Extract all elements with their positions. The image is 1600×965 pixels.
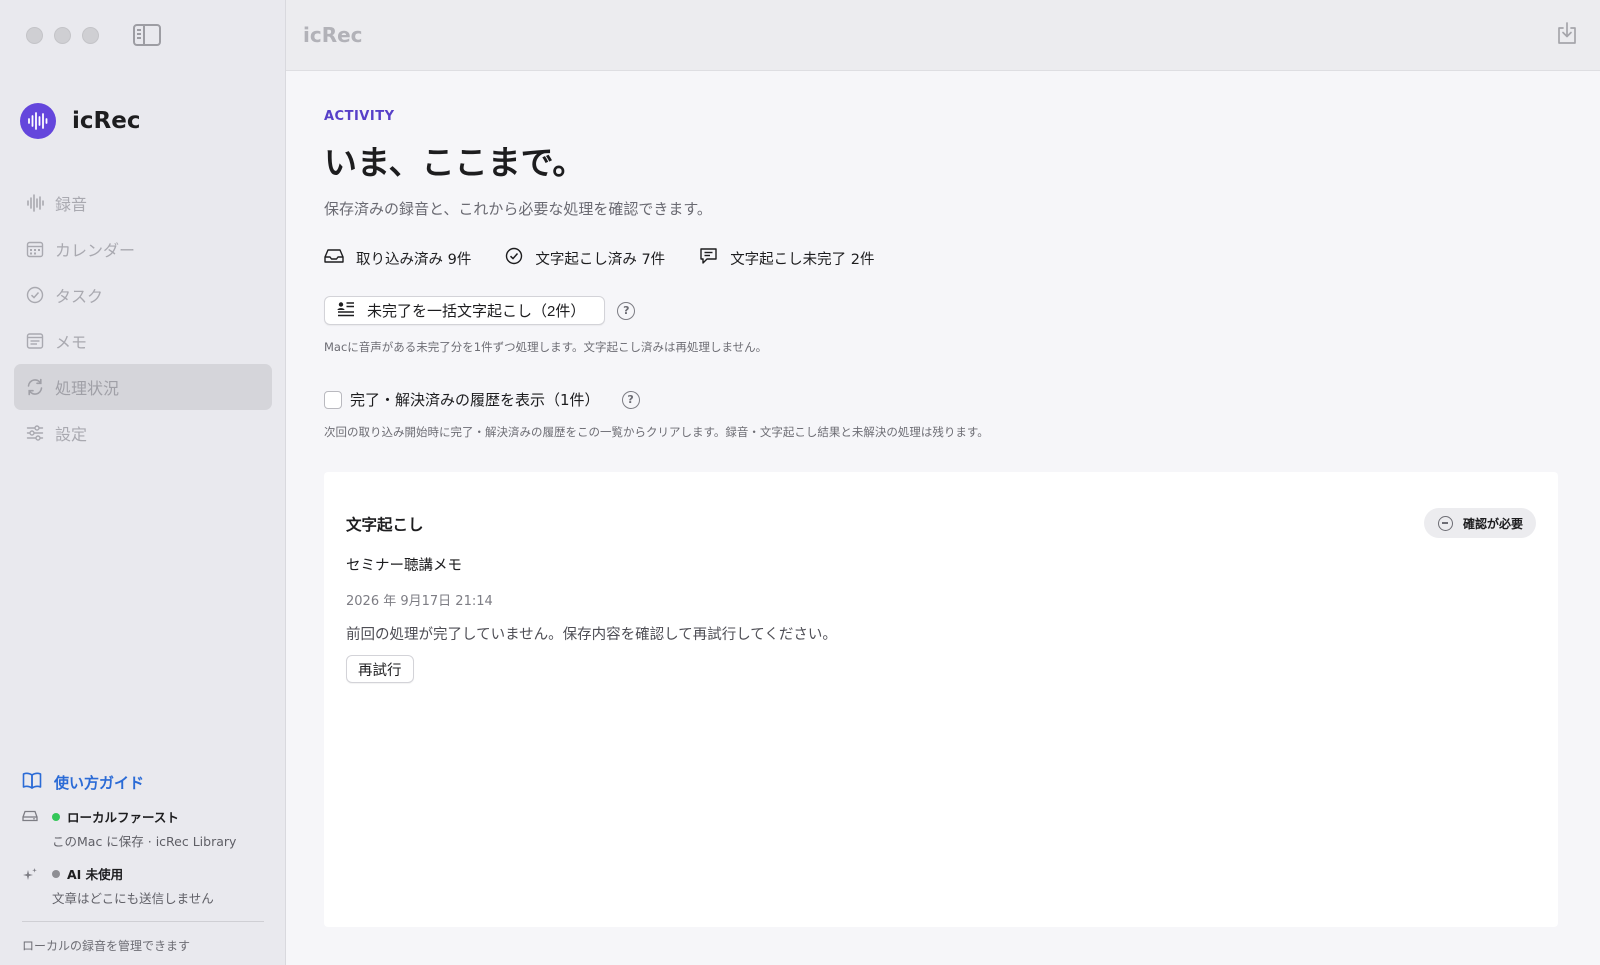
stat-transcribed: 文字起こし済み 7件 xyxy=(505,247,665,269)
status-badge: 確認が必要 xyxy=(1423,508,1536,538)
sidebar-item-tasks[interactable]: タスク xyxy=(14,272,272,318)
ai-status: AI 未使用 文章はどこにも送信しません xyxy=(22,864,266,907)
minus-circle-icon xyxy=(1437,515,1453,531)
sidebar-item-calendar[interactable]: カレンダー xyxy=(14,226,272,272)
sidebar: icRec 録音 カレンダー タスク メモ 処理状況 設定 使い方ガイド ローカ… xyxy=(0,0,286,965)
history-note: 次回の取り込み開始時に完了・解決済みの履歴をこの一覧からクリアします。録音・文字… xyxy=(324,425,989,439)
app-window: icRec 録音 カレンダー タスク メモ 処理状況 設定 使い方ガイド ローカ… xyxy=(0,0,1600,965)
check-circle-icon xyxy=(505,247,523,269)
stat-label: 文字起こし済み 7件 xyxy=(535,251,666,268)
batch-transcribe-label: 未完了を一括文字起こし（2件） xyxy=(367,303,586,320)
main-pane: icRec ACTIVITY いま、ここまで。 保存済みの録音と、これから必要な… xyxy=(286,0,1600,965)
page-subtitle: 保存済みの録音と、これから必要な処理を確認できます。 xyxy=(324,200,712,218)
sparkle-icon xyxy=(22,864,38,907)
help-icon[interactable]: ? xyxy=(621,390,640,409)
message-icon xyxy=(699,247,718,269)
stat-label: 取り込み済み 9件 xyxy=(356,251,472,268)
help-icon[interactable]: ? xyxy=(617,301,636,320)
ai-title: AI 未使用 xyxy=(67,867,124,882)
zoom-window-button[interactable] xyxy=(82,27,99,44)
book-icon xyxy=(22,772,42,793)
sidebar-item-label: 処理状況 xyxy=(55,379,120,398)
sidebar-item-label: メモ xyxy=(55,333,88,352)
sync-icon xyxy=(25,377,45,397)
stat-untranscribed: 文字起こし未完了 2件 xyxy=(699,247,875,269)
sidebar-item-memo[interactable]: メモ xyxy=(14,318,272,364)
sidebar-item-settings[interactable]: 設定 xyxy=(14,410,272,456)
sliders-icon xyxy=(25,423,45,443)
sidebar-item-recording[interactable]: 録音 xyxy=(14,180,272,226)
drive-icon xyxy=(22,807,38,850)
batch-row: 未完了を一括文字起こし（2件） ? xyxy=(324,296,1562,325)
window-title: icRec xyxy=(303,23,363,47)
card-header: 文字起こし 確認が必要 xyxy=(346,508,1536,538)
card-title: 文字起こし xyxy=(346,516,424,534)
history-toggle-row: 完了・解決済みの履歴を表示（1件） ? xyxy=(324,389,1562,410)
local-first-title: ローカルファースト xyxy=(67,810,179,825)
status-dot-green xyxy=(52,812,60,821)
sidebar-toggle-icon[interactable] xyxy=(133,24,161,46)
sidebar-item-label: カレンダー xyxy=(55,241,136,260)
batch-transcribe-button[interactable]: 未完了を一括文字起こし（2件） xyxy=(324,296,606,325)
minimize-window-button[interactable] xyxy=(54,27,71,44)
waveform-icon xyxy=(25,193,45,213)
sidebar-nav: 録音 カレンダー タスク メモ 処理状況 設定 xyxy=(14,180,272,456)
history-checkbox-label[interactable]: 完了・解決済みの履歴を表示（1件） xyxy=(350,389,600,410)
ai-sub: 文章はどこにも送信しません xyxy=(52,891,214,906)
download-icon[interactable] xyxy=(1556,21,1578,49)
sidebar-item-processing-status[interactable]: 処理状況 xyxy=(14,364,272,410)
stat-label: 文字起こし未完了 2件 xyxy=(730,251,875,268)
page-title: いま、ここまで。 xyxy=(324,143,586,182)
status-badge-label: 確認が必要 xyxy=(1462,516,1523,531)
tray-icon xyxy=(324,248,344,268)
stat-imported: 取り込み済み 9件 xyxy=(324,247,471,269)
local-first-status: ローカルファースト このMac に保存 · icRec Library xyxy=(22,807,266,850)
batch-note: Macに音声がある未完了分を1件ずつ処理します。文字起こし済みは再処理しません。 xyxy=(324,340,768,354)
content: ACTIVITY いま、ここまで。 保存済みの録音と、これから必要な処理を確認で… xyxy=(286,71,1600,927)
sidebar-footer: 使い方ガイド ローカルファースト このMac に保存 · icRec Libra… xyxy=(22,772,266,954)
item-message: 前回の処理が完了していません。保存内容を確認して再試行してください。 xyxy=(346,627,837,643)
brand: icRec xyxy=(20,103,140,139)
guide-label: 使い方ガイド xyxy=(54,774,145,792)
history-checkbox[interactable] xyxy=(324,390,342,409)
sidebar-item-label: タスク xyxy=(55,287,104,306)
local-first-sub: このMac に保存 · icRec Library xyxy=(52,834,237,849)
retry-button[interactable]: 再試行 xyxy=(346,655,414,683)
calendar-icon xyxy=(25,239,45,259)
close-window-button[interactable] xyxy=(26,27,43,44)
checkmark-circle-icon xyxy=(25,285,45,305)
brand-name: icRec xyxy=(72,108,141,134)
status-dot-gray xyxy=(52,869,60,878)
titlebar: icRec xyxy=(286,0,1600,71)
list-person-icon xyxy=(337,301,355,321)
window-controls xyxy=(26,27,99,44)
waveform-logo-icon xyxy=(20,103,56,139)
item-title: セミナー聴講メモ xyxy=(346,558,462,574)
footer-note: ローカルの録音を管理できます xyxy=(22,939,191,953)
guide-link[interactable]: 使い方ガイド xyxy=(22,772,266,793)
divider xyxy=(22,921,264,922)
item-date: 2026 年 9月17日 21:14 xyxy=(346,594,493,609)
eyebrow: ACTIVITY xyxy=(324,109,395,124)
stats-row: 取り込み済み 9件 文字起こし済み 7件 文字起こし未完了 2件 xyxy=(324,247,1562,269)
sidebar-item-label: 設定 xyxy=(55,425,88,444)
note-icon xyxy=(25,331,45,351)
sidebar-item-label: 録音 xyxy=(55,195,88,214)
activity-card: 文字起こし 確認が必要 セミナー聴講メモ 2026 年 9月17日 21:14 … xyxy=(324,472,1558,927)
